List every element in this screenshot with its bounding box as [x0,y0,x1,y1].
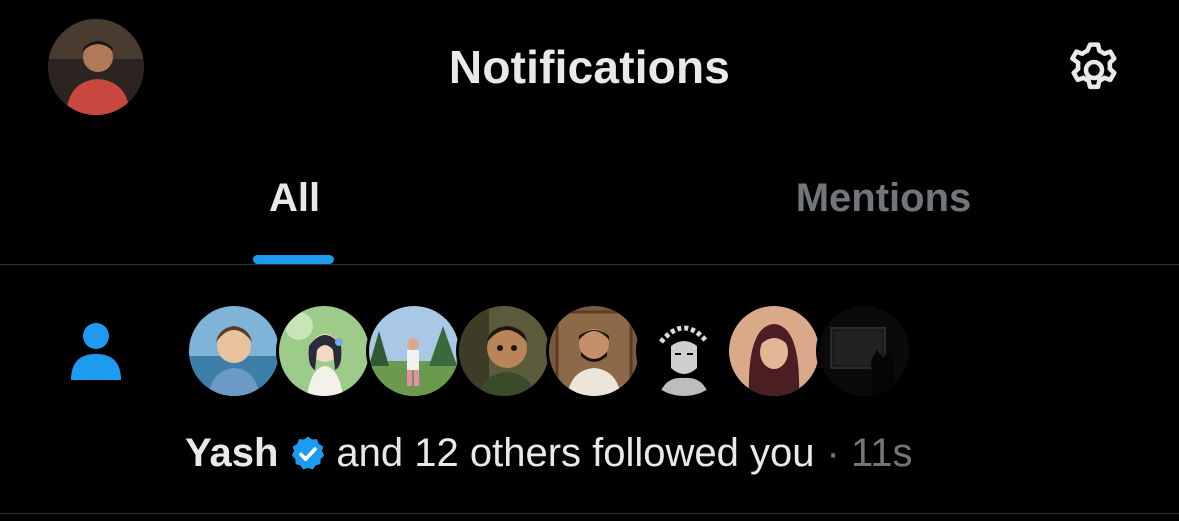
gear-icon [1070,42,1117,90]
follower-avatar[interactable] [369,306,459,396]
follower-avatar[interactable] [279,306,369,396]
notification-message: and 12 others followed you [336,431,815,475]
tab-mentions[interactable]: Mentions [589,150,1178,264]
follow-notification[interactable]: Yash and 12 others followed you · 11s [0,265,1179,513]
settings-button[interactable] [1058,34,1130,106]
page-title: Notifications [448,41,731,93]
follower-avatar[interactable] [189,306,279,396]
follower-name[interactable]: Yash [185,431,278,476]
time-value: 11s [850,431,913,475]
verified-badge-icon [292,436,325,469]
follower-avatar[interactable] [549,306,639,396]
notification-text: Yash and 12 others followed you · 11s [185,431,913,476]
time-separator: · [826,431,840,475]
tab-mentions-label: Mentions [795,176,972,220]
notifications-screen: Notifications All Mentions Yash and 12 o… [0,0,1179,521]
follower-avatar[interactable] [459,306,549,396]
person-follow-icon [71,323,121,380]
divider [0,513,1179,514]
notification-time: · 11s [827,431,913,476]
header: Notifications [0,0,1179,136]
follower-avatar[interactable] [819,306,909,396]
follower-avatar[interactable] [729,306,819,396]
tab-all[interactable]: All [0,150,589,264]
active-tab-indicator [253,255,334,264]
follower-avatars [189,306,929,400]
follower-avatar[interactable] [639,306,729,396]
tab-all-label: All [268,176,321,220]
tab-bar: All Mentions [0,150,1179,264]
